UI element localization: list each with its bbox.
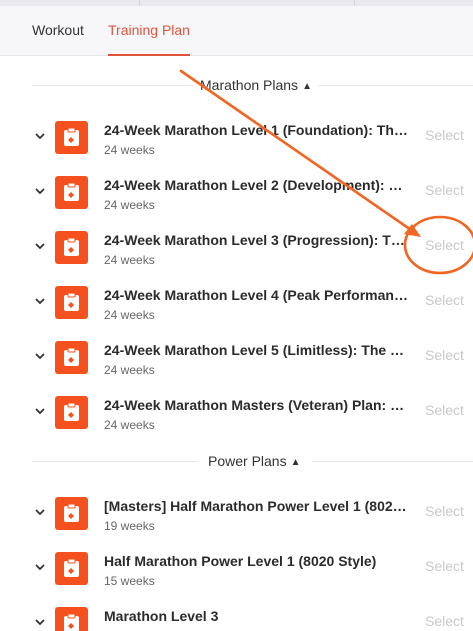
clipboard-icon (55, 341, 88, 374)
plan-row: Marathon Level 3 Select (0, 603, 473, 631)
section-header-power-plans[interactable]: Power Plans ▲ (32, 451, 473, 471)
plan-name: Half Marathon Power Level 1 (8020 Style) (104, 553, 377, 569)
select-button[interactable]: Select (425, 612, 464, 630)
chevron-down-icon[interactable] (33, 239, 47, 253)
plan-row: 24-Week Marathon Level 1 (Foundation): T… (0, 117, 473, 172)
select-button[interactable]: Select (425, 401, 464, 419)
plan-row: [Masters] Half Marathon Power Level 1 (8… (0, 493, 473, 548)
tab-bar: Workout Training Plan (0, 6, 473, 56)
plan-row: Half Marathon Power Level 1 (8020 Style)… (0, 548, 473, 603)
clipboard-icon (55, 176, 88, 209)
plan-name: 24-Week Marathon Masters (Veteran) Plan:… (104, 397, 408, 413)
caret-up-icon: ▲ (290, 457, 301, 468)
plan-name: 24-Week Marathon Level 1 (Foundation): T… (104, 122, 408, 138)
clipboard-icon (55, 396, 88, 429)
select-button[interactable]: Select (425, 236, 464, 254)
chevron-down-icon[interactable] (33, 349, 47, 363)
divider-line (32, 85, 194, 86)
clipboard-icon (55, 121, 88, 154)
divider-line (32, 461, 198, 462)
plan-name: [Masters] Half Marathon Power Level 1 (8… (104, 498, 408, 514)
clipboard-icon (55, 231, 88, 264)
plan-duration: 24 weeks (104, 253, 155, 267)
plan-name: 24-Week Marathon Level 3 (Progression): … (104, 232, 408, 248)
plan-row: 24-Week Marathon Masters (Veteran) Plan:… (0, 392, 473, 447)
plan-duration: 15 weeks (104, 574, 155, 588)
caret-up-icon: ▲ (302, 81, 312, 92)
plan-row: 24-Week Marathon Level 4 (Peak Performan… (0, 282, 473, 337)
select-button[interactable]: Select (425, 291, 464, 309)
chevron-down-icon[interactable] (33, 404, 47, 418)
select-button[interactable]: Select (425, 557, 464, 575)
tab-workout[interactable]: Workout (32, 6, 84, 56)
plan-duration: 19 weeks (104, 519, 155, 533)
plan-row: 24-Week Marathon Level 3 (Progression): … (0, 227, 473, 282)
divider-line (312, 461, 473, 462)
plan-row: 24-Week Marathon Level 5 (Limitless): Th… (0, 337, 473, 392)
plan-name: 24-Week Marathon Level 5 (Limitless): Th… (104, 342, 408, 358)
chevron-down-icon[interactable] (33, 560, 47, 574)
clipboard-icon (55, 607, 88, 631)
chevron-down-icon[interactable] (33, 505, 47, 519)
chevron-down-icon[interactable] (33, 184, 47, 198)
plan-name: Marathon Level 3 (104, 608, 219, 624)
section-title: Power Plans ▲ (208, 451, 301, 471)
plan-name: 24-Week Marathon Level 4 (Peak Performan… (104, 287, 408, 303)
plan-name: 24-Week Marathon Level 2 (Development): … (104, 177, 408, 193)
tab-training-plan[interactable]: Training Plan (108, 6, 190, 56)
plan-row: 24-Week Marathon Level 2 (Development): … (0, 172, 473, 227)
plan-duration: 24 weeks (104, 143, 155, 157)
select-button[interactable]: Select (425, 126, 464, 144)
section-title: Marathon Plans ▲ (200, 75, 312, 95)
clipboard-icon (55, 497, 88, 530)
select-button[interactable]: Select (425, 181, 464, 199)
plan-duration: 24 weeks (104, 308, 155, 322)
clipboard-icon (55, 286, 88, 319)
plan-duration: 24 weeks (104, 418, 155, 432)
select-button[interactable]: Select (425, 502, 464, 520)
chevron-down-icon[interactable] (33, 129, 47, 143)
divider-line (318, 85, 473, 86)
plan-duration: 24 weeks (104, 198, 155, 212)
clipboard-icon (55, 552, 88, 585)
chevron-down-icon[interactable] (33, 615, 47, 629)
chevron-down-icon[interactable] (33, 294, 47, 308)
plan-duration: 24 weeks (104, 363, 155, 377)
select-button[interactable]: Select (425, 346, 464, 364)
section-header-marathon-plans[interactable]: Marathon Plans ▲ (32, 75, 473, 95)
